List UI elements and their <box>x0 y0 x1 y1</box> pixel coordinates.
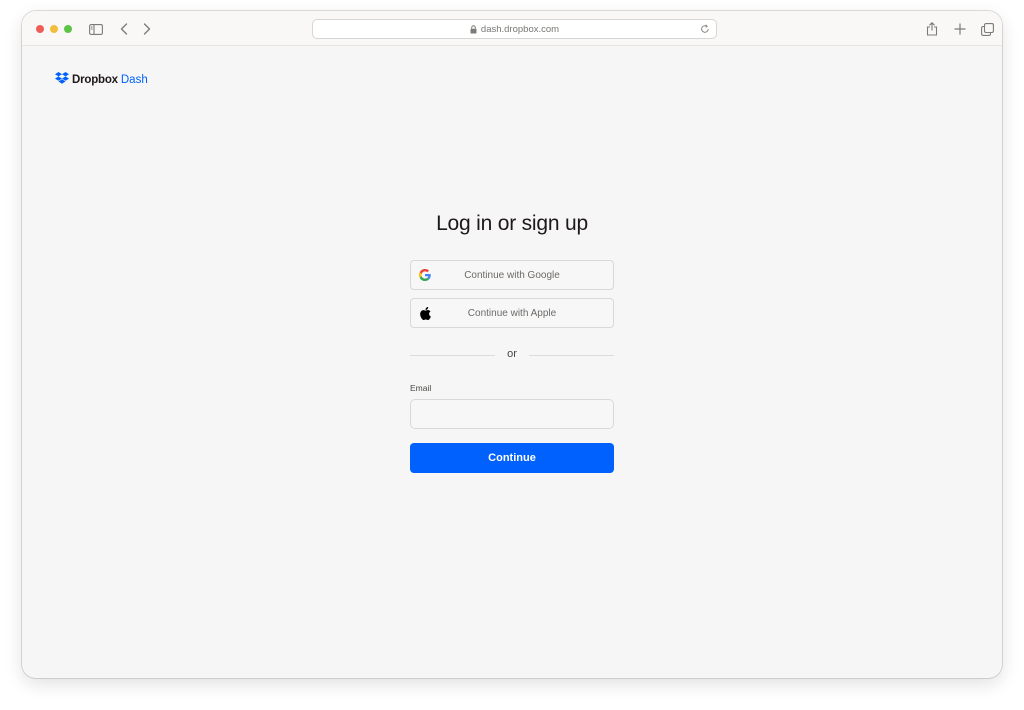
close-window-button[interactable] <box>36 25 44 33</box>
dropbox-dash-logo[interactable]: Dropbox Dash <box>55 72 148 88</box>
continue-with-google-button[interactable]: Continue with Google <box>410 260 614 290</box>
forward-icon[interactable] <box>137 19 157 39</box>
divider-line-right <box>529 355 614 356</box>
dropbox-logo-icon <box>55 71 69 89</box>
brand-name: Dropbox <box>72 74 118 86</box>
zoom-window-button[interactable] <box>64 25 72 33</box>
reload-icon[interactable] <box>700 24 710 37</box>
google-icon <box>419 269 431 281</box>
browser-titlebar: dash.dropbox.com <box>22 11 1002 46</box>
back-icon[interactable] <box>114 19 134 39</box>
address-bar-url: dash.dropbox.com <box>480 23 560 35</box>
tabs-overview-icon[interactable] <box>977 19 997 39</box>
continue-button[interactable]: Continue <box>410 443 614 473</box>
address-bar[interactable]: dash.dropbox.com <box>312 19 717 39</box>
minimize-window-button[interactable] <box>50 25 58 33</box>
browser-window: dash.dropbox.com Dropbox Dash Log in or … <box>22 11 1002 678</box>
or-divider: or <box>410 348 614 362</box>
share-icon[interactable] <box>922 19 942 39</box>
email-label: Email <box>410 383 432 393</box>
new-tab-icon[interactable] <box>950 19 970 39</box>
continue-with-google-label: Continue with Google <box>464 269 560 281</box>
lock-icon <box>470 24 477 34</box>
email-input[interactable] <box>410 399 614 429</box>
continue-with-apple-label: Continue with Apple <box>467 307 557 319</box>
continue-with-apple-button[interactable]: Continue with Apple <box>410 298 614 328</box>
apple-icon <box>419 306 431 320</box>
sidebar-icon[interactable] <box>86 19 106 39</box>
divider-text: or <box>507 348 517 360</box>
page-title: Log in or sign up <box>436 212 588 235</box>
brand-product: Dash <box>120 74 148 86</box>
